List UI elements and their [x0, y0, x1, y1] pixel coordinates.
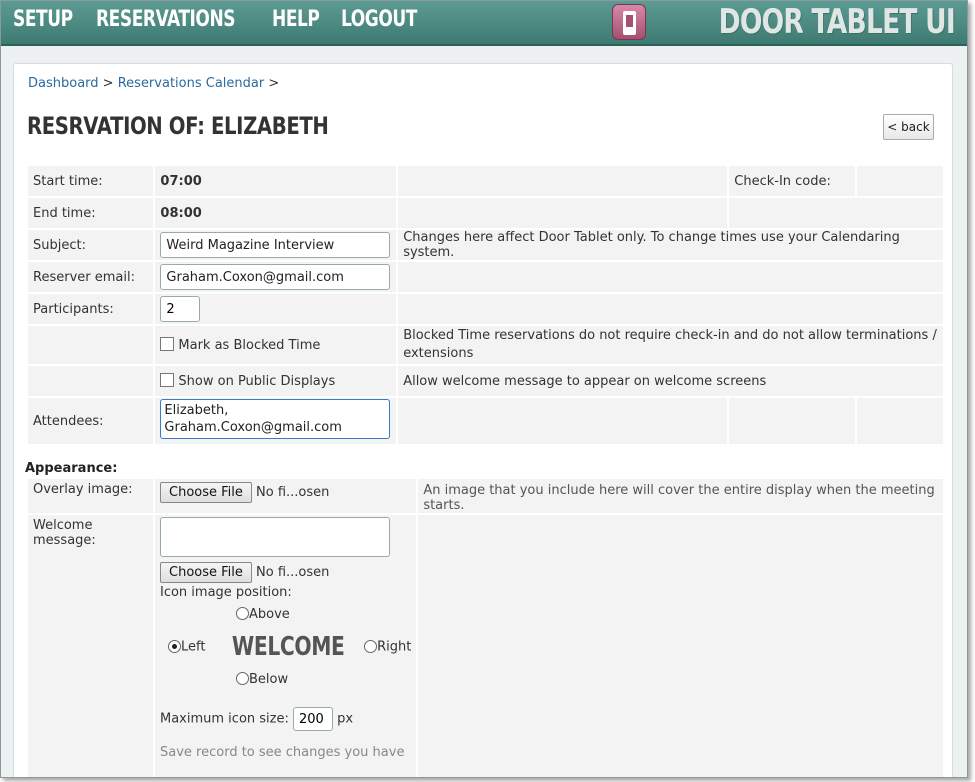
tablet-icon: [611, 4, 646, 40]
page-title: RESRVATION OF: ELIZABETH: [27, 112, 329, 140]
appearance-form: Overlay image: Choose File No fi...osen …: [26, 477, 945, 777]
attendees-input[interactable]: Elizabeth, Graham.Coxon@gmail.com: [160, 399, 391, 439]
blocked-time-checkbox[interactable]: [160, 337, 175, 351]
start-time-label: Start time:: [28, 166, 154, 196]
breadcrumb-dashboard[interactable]: Dashboard: [28, 76, 99, 91]
position-above-label: Above: [249, 607, 290, 622]
overlay-image-note: An image that you include here will cove…: [418, 479, 943, 513]
end-time-value: 08:00: [155, 198, 397, 228]
public-displays-label: Show on Public Displays: [178, 374, 336, 389]
overlay-choose-file-button[interactable]: Choose File: [160, 482, 252, 503]
breadcrumb-separator: >: [268, 76, 280, 91]
max-icon-size-input[interactable]: [293, 707, 333, 731]
position-above-radio[interactable]: [236, 607, 249, 620]
brand-name: DOOR TABLET UI: [718, 2, 956, 42]
content-panel: Dashboard > Reservations Calendar > RESR…: [13, 63, 953, 777]
position-left-radio[interactable]: [168, 639, 181, 653]
app-window: SETUP RESERVATIONS HELP LOGOUT DOOR TABL…: [0, 0, 968, 778]
participants-label: Participants:: [28, 294, 154, 324]
breadcrumb-reservations-calendar[interactable]: Reservations Calendar: [118, 76, 265, 91]
breadcrumb: Dashboard > Reservations Calendar >: [28, 76, 279, 91]
welcome-file-status: No fi...osen: [256, 565, 330, 580]
welcome-preview: WELCOME: [231, 632, 345, 662]
welcome-choose-file-button[interactable]: Choose File: [160, 562, 252, 583]
back-button[interactable]: < back: [883, 114, 934, 140]
checkin-code-value: [856, 166, 943, 196]
save-note: Save record to see changes you have: [160, 745, 405, 760]
blocked-time-label: Mark as Blocked Time: [178, 338, 321, 353]
overlay-file-status: No fi...osen: [256, 485, 330, 500]
nav-reservations[interactable]: RESERVATIONS: [96, 7, 236, 32]
position-right-radio[interactable]: [364, 639, 378, 653]
main-nav: SETUP RESERVATIONS HELP LOGOUT: [13, 7, 430, 32]
max-icon-size-label: Maximum icon size:: [160, 711, 289, 727]
public-displays-note: Allow welcome message to appear on welco…: [398, 366, 943, 396]
nav-help[interactable]: HELP: [272, 7, 320, 32]
overlay-image-label: Overlay image:: [28, 479, 153, 513]
reservation-form: Start time: 07:00 Check-In code: End tim…: [26, 164, 945, 446]
position-right-label: Right: [377, 639, 412, 655]
breadcrumb-separator: >: [102, 76, 114, 91]
position-below-label: Below: [249, 672, 289, 687]
welcome-message-label: Welcome message:: [28, 515, 153, 777]
position-below-radio[interactable]: [236, 672, 249, 685]
appearance-heading: Appearance:: [25, 461, 118, 476]
subject-label: Subject:: [28, 230, 154, 260]
start-time-value: 07:00: [155, 166, 397, 196]
nav-logout[interactable]: LOGOUT: [341, 7, 417, 32]
px-unit-label: px: [337, 711, 354, 727]
welcome-message-input[interactable]: [160, 517, 390, 557]
participants-input[interactable]: [160, 296, 201, 322]
brand-logo: DOOR TABLET UI: [611, 2, 956, 42]
nav-setup[interactable]: SETUP: [13, 7, 73, 32]
top-nav-bar: SETUP RESERVATIONS HELP LOGOUT DOOR TABL…: [1, 1, 967, 46]
subject-note: Changes here affect Door Tablet only. To…: [398, 230, 943, 260]
reserver-email-input[interactable]: [160, 264, 391, 290]
end-time-label: End time:: [28, 198, 154, 228]
checkin-code-label: Check-In code:: [729, 166, 855, 196]
public-displays-checkbox[interactable]: [160, 373, 175, 387]
icon-position-label: Icon image position:: [160, 585, 292, 600]
reserver-email-label: Reserver email:: [28, 262, 154, 292]
blocked-time-note: Blocked Time reservations do not require…: [398, 326, 943, 364]
attendees-label: Attendees:: [28, 398, 154, 444]
position-left-label: Left: [181, 639, 206, 655]
subject-input[interactable]: [160, 232, 391, 258]
